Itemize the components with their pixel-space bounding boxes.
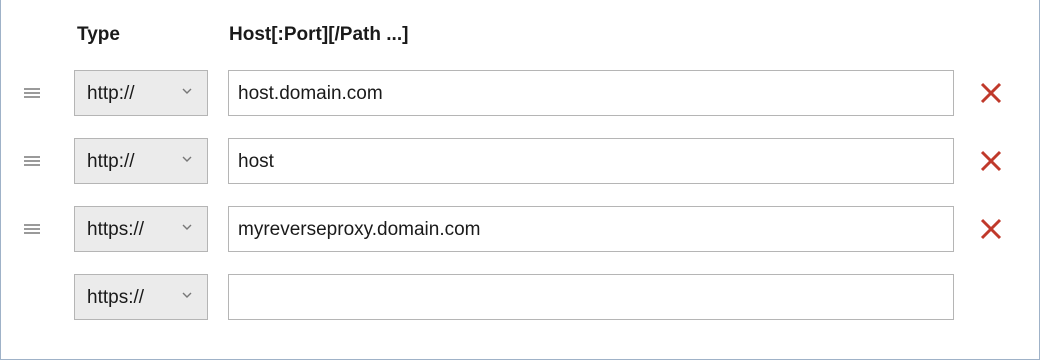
type-select-value: http:// [87, 83, 135, 104]
chevron-down-icon [182, 88, 192, 94]
host-input[interactable]: host [228, 138, 954, 184]
type-select-value: http:// [87, 151, 135, 172]
host-column-header: Host[:Port][/Path ...] [229, 24, 409, 45]
chevron-down-icon [182, 292, 192, 298]
drag-handle-icon[interactable] [24, 156, 40, 167]
drag-handle-icon[interactable] [24, 224, 40, 235]
type-select[interactable]: https:// [74, 206, 208, 252]
chevron-down-icon [182, 156, 192, 162]
type-select-value: https:// [87, 219, 145, 240]
url-row: http:// host.domain.com [1, 70, 1041, 118]
url-row: http:// host [1, 138, 1041, 186]
close-icon[interactable] [979, 81, 1003, 105]
new-url-row: https:// [1, 274, 1041, 322]
chevron-down-icon [182, 224, 192, 230]
host-input[interactable]: myreverseproxy.domain.com [228, 206, 954, 252]
drag-handle-icon[interactable] [24, 88, 40, 99]
close-icon[interactable] [979, 149, 1003, 173]
type-select[interactable]: https:// [74, 274, 208, 320]
type-column-header: Type [77, 24, 120, 45]
url-row: https:// myreverseproxy.domain.com [1, 206, 1041, 254]
host-input-value: host.domain.com [238, 83, 383, 104]
host-input[interactable]: host.domain.com [228, 70, 954, 116]
url-list-panel: Type Host[:Port][/Path ...] http:// host… [0, 0, 1040, 360]
host-input-value: myreverseproxy.domain.com [238, 219, 481, 240]
host-input-value: host [238, 151, 274, 172]
host-input[interactable] [228, 274, 954, 320]
type-select[interactable]: http:// [74, 138, 208, 184]
close-icon[interactable] [979, 217, 1003, 241]
type-select[interactable]: http:// [74, 70, 208, 116]
type-select-value: https:// [87, 287, 145, 308]
